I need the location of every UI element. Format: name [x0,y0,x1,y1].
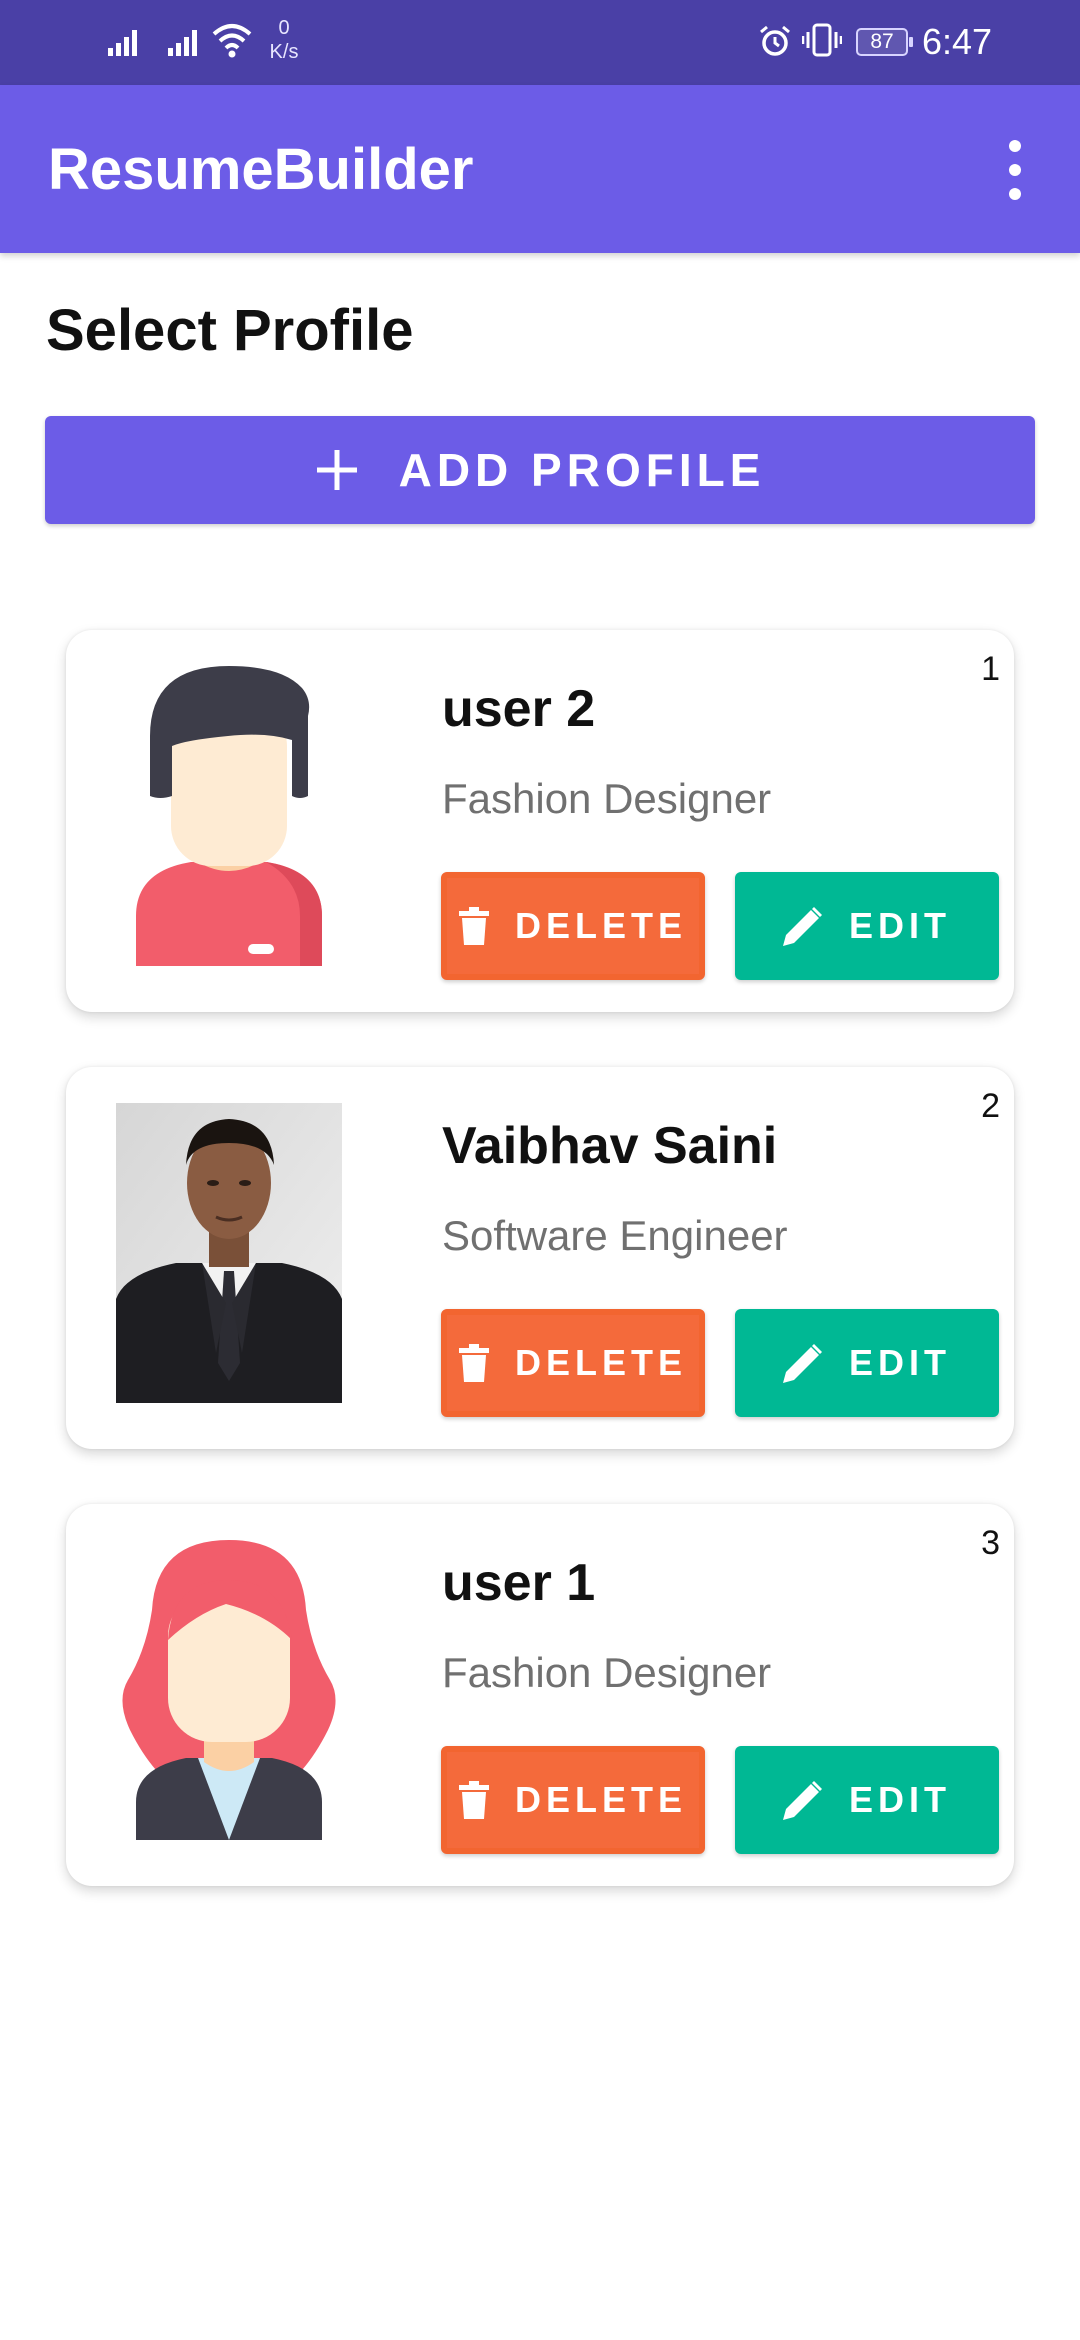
pencil-icon [782,1343,823,1383]
profile-index: 2 [981,1087,1000,1125]
edit-button[interactable]: EDIT [735,872,999,980]
profile-role: Fashion Designer [442,775,772,822]
network-speed: 0 K/s [262,16,306,64]
delete-button[interactable]: DELETE [441,1746,705,1854]
trash-icon [458,1781,489,1819]
pencil-icon [782,1780,823,1820]
trash-icon [458,907,489,945]
edit-label: EDIT [848,905,951,946]
delete-label: DELETE [514,1342,687,1383]
more-vert-icon[interactable] [995,140,1035,200]
edit-button[interactable]: EDIT [735,1746,999,1854]
app-bar: ResumeBuilder [0,85,1080,253]
delete-label: DELETE [514,905,687,946]
delete-button[interactable]: DELETE [441,872,705,980]
signal-icon [168,30,197,56]
status-bar: 0 K/s 87 6:47 [0,0,1080,85]
clock: 6:47 [922,21,993,62]
edit-button[interactable]: EDIT [735,1309,999,1417]
trash-icon [458,1344,489,1382]
network-speed-value: 0 [278,17,290,39]
add-profile-button[interactable]: ADD PROFILE [45,416,1035,524]
profile-index: 1 [981,650,1000,688]
profile-name: user 1 [442,1554,596,1612]
profile-name: user 2 [442,680,596,738]
profile-role: Fashion Designer [442,1649,772,1696]
profile-card[interactable]: 1 user 2 Fashion Designer DELETE EDIT [66,630,1014,1012]
profile-name: Vaibhav Saini [442,1117,778,1175]
alarm-icon [760,25,790,56]
profile-role: Software Engineer [442,1212,788,1259]
signal-icon [108,30,137,56]
profile-card[interactable]: 3 user 1 Fashion Designer DELETE EDIT [66,1504,1014,1886]
plus-icon [315,448,359,492]
vibrate-icon [802,23,842,57]
edit-label: EDIT [848,1342,951,1383]
female-avatar-icon [122,1540,336,1840]
profile-card[interactable]: 2 Vaibhav Saini Software Engineer DELETE [66,1067,1014,1449]
battery-icon: 87 [856,28,913,56]
add-profile-label: ADD PROFILE [398,444,766,496]
male-avatar-icon [136,666,322,966]
page-title: Select Profile [46,298,414,363]
pencil-icon [782,906,823,946]
profile-photo [116,1103,342,1403]
edit-label: EDIT [848,1779,951,1820]
profile-index: 3 [981,1524,1000,1562]
network-speed-unit: K/s [269,41,299,63]
delete-label: DELETE [514,1779,687,1820]
wifi-icon [212,24,252,58]
delete-button[interactable]: DELETE [441,1309,705,1417]
app-title: ResumeBuilder [48,137,474,202]
